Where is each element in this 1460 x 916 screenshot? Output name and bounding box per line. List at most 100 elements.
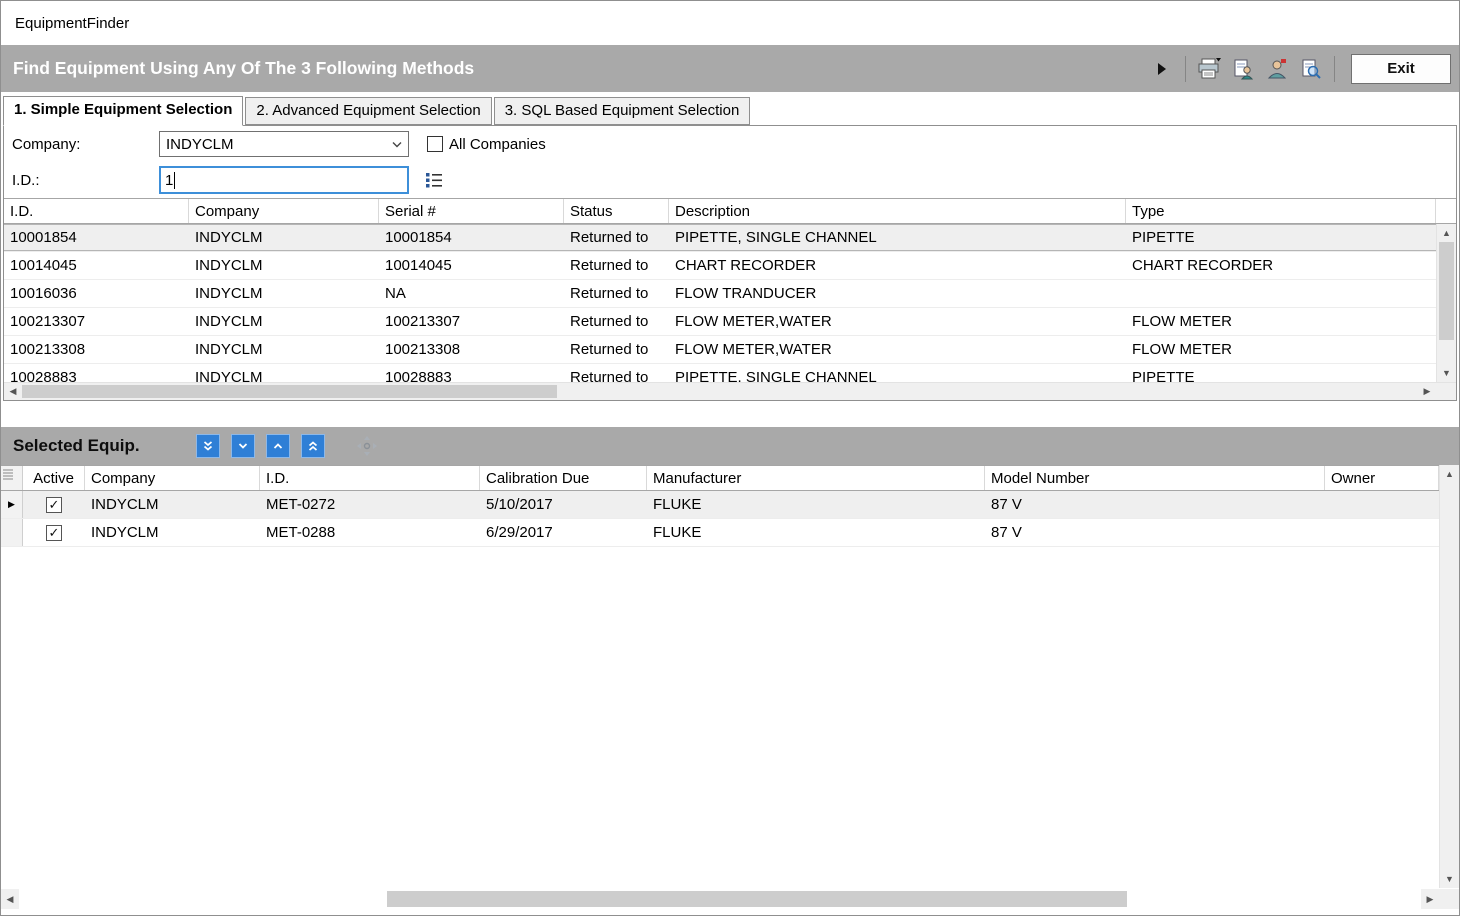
table-row[interactable]: 10001854INDYCLM10001854Returned toPIPETT… bbox=[4, 224, 1436, 252]
company-select[interactable]: INDYCLM bbox=[159, 131, 409, 157]
scroll-left-icon[interactable]: ◀ bbox=[4, 383, 22, 400]
column-header[interactable]: Manufacturer bbox=[647, 466, 985, 490]
id-list-icon[interactable] bbox=[421, 168, 447, 192]
cell: INDYCLM bbox=[189, 336, 379, 363]
active-checkbox[interactable] bbox=[46, 497, 62, 513]
company-select-value: INDYCLM bbox=[166, 136, 234, 153]
cell: 10016036 bbox=[4, 280, 189, 307]
scroll-right-icon[interactable]: ▶ bbox=[1421, 889, 1439, 909]
column-header[interactable]: Calibration Due bbox=[480, 466, 647, 490]
cell: 100213308 bbox=[4, 336, 189, 363]
cell: INDYCLM bbox=[85, 519, 260, 546]
scroll-track[interactable] bbox=[22, 383, 1418, 400]
column-header[interactable]: Owner bbox=[1325, 466, 1439, 490]
search-document-icon[interactable] bbox=[1296, 54, 1326, 84]
column-header[interactable]: Serial # bbox=[379, 199, 564, 223]
exit-button[interactable]: Exit bbox=[1351, 54, 1451, 84]
cell: Returned to bbox=[564, 308, 669, 335]
all-companies-checkbox[interactable] bbox=[427, 136, 443, 152]
cell: 100213307 bbox=[4, 308, 189, 335]
column-header[interactable]: Company bbox=[189, 199, 379, 223]
cell: MET-0272 bbox=[260, 491, 480, 518]
move-down-button[interactable] bbox=[231, 434, 255, 458]
user-icon[interactable] bbox=[1262, 54, 1292, 84]
row-selector[interactable] bbox=[1, 519, 23, 546]
cell: INDYCLM bbox=[189, 224, 379, 251]
column-header[interactable]: Company bbox=[85, 466, 260, 490]
row-selector[interactable]: ▶ bbox=[1, 491, 23, 518]
cell bbox=[1325, 491, 1439, 518]
active-checkbox[interactable] bbox=[46, 525, 62, 541]
cell: 5/10/2017 bbox=[480, 491, 647, 518]
locate-icon[interactable] bbox=[354, 433, 380, 459]
column-header[interactable]: Model Number bbox=[985, 466, 1325, 490]
cell: PIPETTE bbox=[1126, 364, 1436, 382]
cell: 10028883 bbox=[4, 364, 189, 382]
selected-section-bar: Selected Equip. bbox=[1, 427, 1459, 465]
move-all-down-button[interactable] bbox=[196, 434, 220, 458]
cell: Returned to bbox=[564, 364, 669, 382]
move-all-up-button[interactable] bbox=[301, 434, 325, 458]
cell: PIPETTE, SINGLE CHANNEL bbox=[669, 364, 1126, 382]
table-row[interactable]: 100213307INDYCLM100213307Returned toFLOW… bbox=[4, 308, 1436, 336]
cell: 10014045 bbox=[379, 252, 564, 279]
cell: CHART RECORDER bbox=[669, 252, 1126, 279]
cell: Returned to bbox=[564, 280, 669, 307]
scroll-track[interactable] bbox=[1437, 242, 1456, 364]
results-grid-body: 10001854INDYCLM10001854Returned toPIPETT… bbox=[4, 224, 1436, 382]
tab-simple-equipment-selection[interactable]: 1. Simple Equipment Selection bbox=[3, 96, 243, 126]
scroll-thumb[interactable] bbox=[387, 891, 1127, 907]
scroll-up-icon[interactable]: ▲ bbox=[1437, 224, 1456, 242]
column-header[interactable]: I.D. bbox=[4, 199, 189, 223]
cell: 10001854 bbox=[379, 224, 564, 251]
results-vscrollbar[interactable]: ▲ ▼ bbox=[1436, 224, 1456, 382]
results-hscrollbar[interactable]: ◀ ▶ bbox=[4, 382, 1456, 400]
report-icon[interactable] bbox=[1228, 54, 1258, 84]
cell: 100213308 bbox=[379, 336, 564, 363]
tab-strip: 1. Simple Equipment Selection 2. Advance… bbox=[1, 92, 1459, 125]
table-row[interactable]: INDYCLMMET-02886/29/2017FLUKE87 V bbox=[1, 519, 1439, 547]
column-header[interactable]: Description bbox=[669, 199, 1126, 223]
cell: FLUKE bbox=[647, 519, 985, 546]
cell: INDYCLM bbox=[85, 491, 260, 518]
table-row[interactable]: 100213308INDYCLM100213308Returned toFLOW… bbox=[4, 336, 1436, 364]
move-up-button[interactable] bbox=[266, 434, 290, 458]
scroll-track[interactable] bbox=[19, 889, 1421, 909]
toolbar-separator bbox=[1185, 56, 1186, 82]
selected-vscrollbar[interactable]: ▲ ▼ bbox=[1439, 465, 1459, 888]
column-header[interactable]: I.D. bbox=[260, 466, 480, 490]
scroll-down-icon[interactable]: ▼ bbox=[1440, 870, 1459, 888]
scroll-left-icon[interactable]: ◀ bbox=[1, 889, 19, 909]
play-icon[interactable] bbox=[1147, 54, 1177, 84]
scroll-thumb[interactable] bbox=[22, 385, 557, 398]
id-input-value: 1 bbox=[165, 172, 173, 189]
scrollbar-corner bbox=[1436, 383, 1456, 400]
id-input[interactable]: 1 bbox=[159, 166, 409, 194]
table-row[interactable]: 10014045INDYCLM10014045Returned toCHART … bbox=[4, 252, 1436, 280]
column-header[interactable]: Type bbox=[1126, 199, 1436, 223]
table-row[interactable]: ▶INDYCLMMET-02725/10/2017FLUKE87 V bbox=[1, 491, 1439, 519]
column-header[interactable]: Active bbox=[23, 466, 85, 490]
cell: INDYCLM bbox=[189, 280, 379, 307]
all-companies-label: All Companies bbox=[449, 136, 546, 153]
scroll-right-icon[interactable]: ▶ bbox=[1418, 383, 1436, 400]
table-row[interactable]: 10016036INDYCLMNAReturned toFLOW TRANDUC… bbox=[4, 280, 1436, 308]
cell: 87 V bbox=[985, 491, 1325, 518]
cell: 6/29/2017 bbox=[480, 519, 647, 546]
cell: NA bbox=[379, 280, 564, 307]
cell: PIPETTE, SINGLE CHANNEL bbox=[669, 224, 1126, 251]
id-label: I.D.: bbox=[12, 172, 159, 189]
scroll-thumb[interactable] bbox=[1439, 242, 1454, 340]
tab-sql-based-equipment-selection[interactable]: 3. SQL Based Equipment Selection bbox=[494, 97, 751, 125]
scroll-track[interactable] bbox=[1440, 483, 1459, 870]
tab-advanced-equipment-selection[interactable]: 2. Advanced Equipment Selection bbox=[245, 97, 491, 125]
selected-hscrollbar[interactable]: ◀ ▶ bbox=[1, 888, 1459, 910]
cell: MET-0288 bbox=[260, 519, 480, 546]
scroll-up-icon[interactable]: ▲ bbox=[1440, 465, 1459, 483]
cell: FLOW METER,WATER bbox=[669, 308, 1126, 335]
table-row[interactable]: 10028883INDYCLM10028883Returned toPIPETT… bbox=[4, 364, 1436, 382]
scrollbar-corner bbox=[1439, 889, 1459, 909]
column-header[interactable]: Status bbox=[564, 199, 669, 223]
scroll-down-icon[interactable]: ▼ bbox=[1437, 364, 1456, 382]
print-icon[interactable] bbox=[1194, 54, 1224, 84]
